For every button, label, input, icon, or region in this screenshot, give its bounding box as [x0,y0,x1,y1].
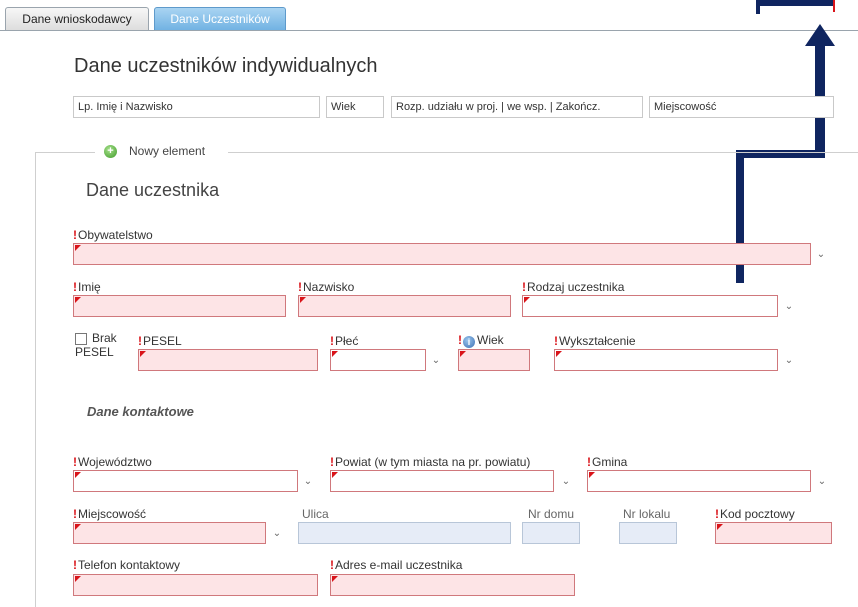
annotation-arrow-riser-left [756,0,760,14]
email-field[interactable] [330,574,575,596]
citizenship-select[interactable] [73,243,811,265]
last-name-field[interactable] [298,295,511,317]
no-pesel-label-1: Brak [92,331,117,345]
participant-type-select[interactable] [522,295,778,317]
email-label: !Adres e-mail uczestnika [330,558,463,572]
fieldset-border-top-right [228,152,858,153]
annotation-red-mark [833,0,841,12]
column-header-age: Wiek [326,96,384,118]
required-flag-icon [717,524,723,530]
county-select[interactable] [330,470,554,492]
house-number-label: Nr domu [528,507,575,521]
required-flag-icon [75,472,81,478]
first-name-field[interactable] [73,295,286,317]
required-flag-icon [332,351,338,357]
voivodeship-select[interactable] [73,470,298,492]
phone-field[interactable] [73,574,318,596]
street-field[interactable] [298,522,511,544]
house-number-field[interactable] [522,522,580,544]
pesel-label: !PESEL [138,334,182,348]
add-new-element-label: Nowy element [129,144,206,158]
education-select[interactable] [554,349,778,371]
county-label: !Powiat (w tym miasta na pr. powiatu) [330,455,531,469]
street-label: Ulica [302,507,329,521]
required-flag-icon [524,297,530,303]
fieldset-border-top-left [35,152,95,153]
last-name-label: !Nazwisko [298,280,355,294]
voivodeship-label: !Województwo [73,455,152,469]
required-flag-icon [140,351,146,357]
required-flag-icon [75,245,81,251]
chevron-down-icon[interactable]: ⌄ [430,355,442,366]
required-flag-icon [75,297,81,303]
column-header-participation: Rozp. udziału w proj. | we wsp. | Zakońc… [391,96,643,118]
required-flag-icon [332,576,338,582]
chevron-down-icon[interactable]: ⌄ [783,301,795,312]
sex-select[interactable] [330,349,426,371]
annotation-arrow-head [805,24,835,46]
postal-code-label: !Kod pocztowy [715,507,795,521]
no-pesel-label-2: PESEL [75,345,114,359]
chevron-down-icon[interactable]: ⌄ [783,355,795,366]
required-flag-icon [556,351,562,357]
phone-label: !Telefon kontaktowy [73,558,181,572]
chevron-down-icon[interactable]: ⌄ [560,476,572,487]
town-select[interactable] [73,522,266,544]
annotation-arrow-top [756,0,833,6]
required-flag-icon [589,472,595,478]
tab-strip-divider [0,30,858,31]
column-header-name: Lp. Imię i Nazwisko [73,96,320,118]
required-flag-icon [75,576,81,582]
required-flag-icon [460,351,466,357]
section-title: Dane uczestników indywidualnych [74,55,378,77]
tab-participants-data[interactable]: Dane Uczestników [154,7,286,31]
chevron-down-icon[interactable]: ⌄ [271,528,283,539]
citizenship-label: !Obywatelstwo [73,228,153,242]
pesel-field[interactable] [138,349,318,371]
required-flag-icon [300,297,306,303]
participant-section-title: Dane uczestnika [86,180,220,200]
age-label: ! i Wiek [458,333,504,348]
fieldset-border-left [35,152,36,607]
participant-type-label: !Rodzaj uczestnika [522,280,625,294]
contact-section-title: Dane kontaktowe [87,404,194,419]
first-name-label: !Imię [73,280,101,294]
info-icon[interactable]: i [463,336,475,348]
chevron-down-icon[interactable]: ⌄ [815,249,827,260]
required-flag-icon [75,524,81,530]
sex-label: !Płeć [330,334,359,348]
flat-number-label: Nr lokalu [623,507,671,521]
plus-circle-icon: + [104,144,117,158]
commune-label: !Gmina [587,455,628,469]
no-pesel-checkbox[interactable] [75,333,87,345]
add-new-element-button[interactable]: + Nowy element [104,143,205,159]
tab-applicant-data[interactable]: Dane wnioskodawcy [5,7,149,31]
postal-code-field[interactable] [715,522,832,544]
age-field[interactable] [458,349,530,371]
chevron-down-icon[interactable]: ⌄ [302,476,314,487]
flat-number-field[interactable] [619,522,677,544]
chevron-down-icon[interactable]: ⌄ [816,476,828,487]
education-label: !Wykształcenie [554,334,636,348]
column-header-town: Miejscowość [649,96,834,118]
town-label: !Miejscowość [73,507,147,521]
required-flag-icon [332,472,338,478]
commune-select[interactable] [587,470,811,492]
